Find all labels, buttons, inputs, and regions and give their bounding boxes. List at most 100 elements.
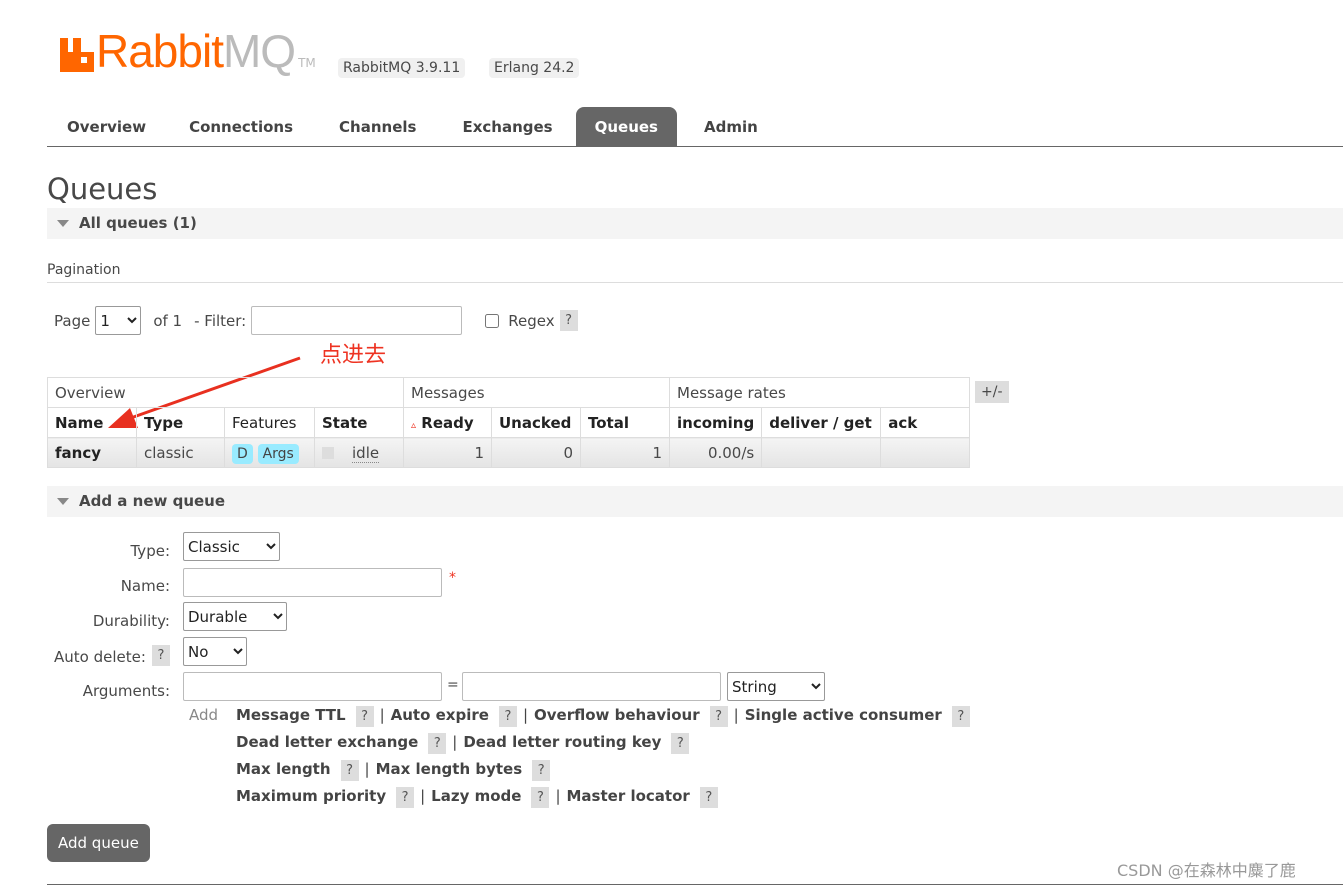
page-title: Queues (47, 172, 158, 206)
argument-help-button[interactable]: ? (709, 706, 728, 727)
filter-label: - Filter: (194, 311, 247, 330)
queue-name-link[interactable]: fancy (47, 437, 137, 468)
incoming-rate: 0.00/s (668, 437, 763, 468)
argument-value-input[interactable] (462, 672, 721, 701)
col-unacked[interactable]: Unacked (491, 407, 581, 438)
separator: | (364, 760, 370, 778)
argument-shortcut-link[interactable]: Maximum priority (236, 787, 386, 805)
col-features[interactable]: Features (224, 407, 315, 438)
add-argument-link[interactable]: Add (189, 706, 218, 724)
separator: | (379, 706, 385, 724)
separator: | (555, 787, 561, 805)
regex-help-button[interactable]: ? (559, 310, 578, 331)
argument-help-button[interactable]: ? (671, 733, 690, 754)
ack-rate (880, 437, 971, 468)
argument-help-button[interactable]: ? (699, 787, 718, 808)
feature-durable-badge[interactable]: D (232, 443, 253, 464)
argument-help-button[interactable]: ? (340, 760, 359, 781)
footer-divider (47, 884, 1343, 885)
tab-overview[interactable]: Overview (47, 107, 166, 146)
add-queue-button[interactable]: Add queue (47, 824, 150, 862)
group-message-rates: Message rates (668, 377, 971, 408)
argument-shortcut-link[interactable]: Master locator (567, 787, 690, 805)
durability-select[interactable]: Durable (183, 602, 287, 631)
argument-shortcut-link[interactable]: Auto expire (391, 706, 489, 724)
table-row[interactable]: fancy classic D Args idle 1 0 1 0.00/s (47, 437, 971, 468)
columns-toggle-button[interactable]: +/- (975, 381, 1009, 403)
argument-help-button[interactable]: ? (396, 787, 415, 808)
type-label: Type: (130, 542, 170, 560)
col-ack[interactable]: ack (880, 407, 971, 438)
section-title: All queues (1) (79, 214, 197, 232)
page-select[interactable]: 1 (95, 306, 142, 335)
argument-shortcut-link[interactable]: Message TTL (236, 706, 346, 724)
tab-channels[interactable]: Channels (316, 107, 439, 146)
page-count: of 1 (153, 311, 183, 330)
queues-table: Overview Messages Message rates Name Typ… (47, 377, 971, 468)
tab-queues[interactable]: Queues (575, 107, 677, 146)
rabbitmq-logo: Rabbit MQ TM (60, 25, 316, 77)
argument-shortcuts-line: Message TTL? | Auto expire? | Overflow behav… (236, 706, 970, 727)
col-name[interactable]: Name (47, 407, 137, 438)
filter-input[interactable] (251, 306, 463, 335)
regex-label: Regex (508, 311, 555, 330)
col-type[interactable]: Type (136, 407, 225, 438)
add-queue-toggle[interactable]: Add a new queue (47, 486, 1343, 517)
col-label: Ready (421, 413, 474, 432)
main-nav: Overview Connections Channels Exchanges … (47, 107, 1343, 147)
collapse-triangle-icon (57, 498, 69, 505)
type-select[interactable]: Classic (183, 532, 280, 561)
argument-help-button[interactable]: ? (531, 787, 550, 808)
col-state[interactable]: State (314, 407, 404, 438)
col-deliver-get[interactable]: deliver / get (761, 407, 882, 438)
arguments-label: Arguments: (82, 682, 170, 700)
argument-help-button[interactable]: ? (532, 760, 551, 781)
argument-type-select[interactable]: String (727, 672, 825, 701)
logo-text: Rabbit (96, 25, 224, 77)
argument-shortcut-link[interactable]: Overflow behaviour (534, 706, 700, 724)
argument-key-input[interactable] (183, 672, 442, 701)
ready-count: 1 (403, 437, 492, 468)
argument-shortcut-link[interactable]: Dead letter routing key (463, 733, 661, 751)
argument-shortcuts-line: Maximum priority? | Lazy mode? | Master loca… (236, 787, 718, 808)
group-overview: Overview (47, 377, 404, 408)
argument-help-button[interactable]: ? (355, 706, 374, 727)
argument-shortcut-link[interactable]: Lazy mode (431, 787, 521, 805)
argument-shortcut-link[interactable]: Max length bytes (376, 760, 523, 778)
auto-delete-label: Auto delete: (54, 648, 146, 666)
argument-shortcut-link[interactable]: Max length (236, 760, 331, 778)
unacked-count: 0 (491, 437, 581, 468)
sort-asc-icon: ▵ (411, 419, 417, 431)
erlang-version: Erlang 24.2 (489, 58, 580, 78)
argument-shortcuts-line: Dead letter exchange? | Dead letter routin… (236, 733, 690, 754)
tab-admin[interactable]: Admin (677, 107, 766, 146)
argument-shortcut-link[interactable]: Single active consumer (745, 706, 942, 724)
separator: | (420, 787, 426, 805)
col-ready[interactable]: ▵ Ready (403, 407, 492, 438)
regex-checkbox[interactable] (485, 313, 500, 328)
logo-tm: TM (298, 56, 316, 70)
argument-help-button[interactable]: ? (498, 706, 517, 727)
queue-type: classic (136, 437, 225, 468)
feature-args-badge[interactable]: Args (257, 443, 299, 464)
col-total[interactable]: Total (580, 407, 670, 438)
rabbitmq-version: RabbitMQ 3.9.11 (338, 58, 466, 78)
argument-help-button[interactable]: ? (428, 733, 447, 754)
state-text: idle (352, 443, 380, 463)
argument-shortcut-link[interactable]: Dead letter exchange (236, 733, 418, 751)
separator: | (522, 706, 528, 724)
col-incoming[interactable]: incoming (668, 407, 763, 438)
auto-delete-select[interactable]: No (183, 637, 247, 666)
collapse-triangle-icon (57, 220, 69, 227)
equals-sign: = (447, 677, 459, 693)
name-label: Name: (120, 577, 170, 595)
tab-exchanges[interactable]: Exchanges (439, 107, 575, 146)
argument-shortcuts-line: Max length? | Max length bytes? (236, 760, 551, 781)
tab-connections[interactable]: Connections (166, 107, 316, 146)
auto-delete-help-button[interactable]: ? (152, 645, 170, 666)
group-messages: Messages (403, 377, 670, 408)
name-input[interactable] (183, 568, 442, 597)
argument-help-button[interactable]: ? (951, 706, 970, 727)
section-title: Add a new queue (79, 492, 226, 510)
all-queues-toggle[interactable]: All queues (1) (47, 208, 1343, 239)
